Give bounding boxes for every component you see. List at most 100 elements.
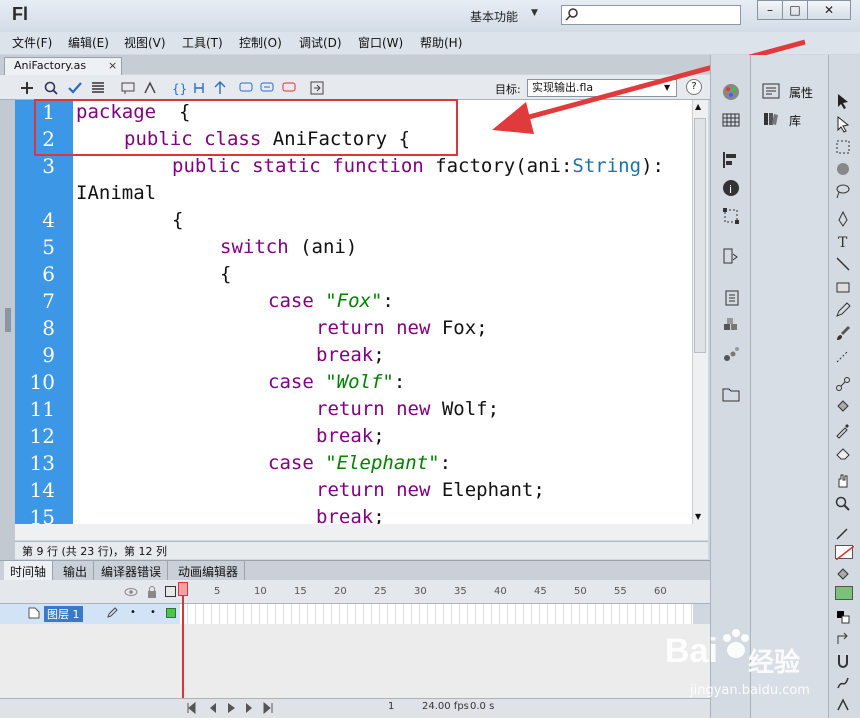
code-line[interactable]: IAnimal <box>76 180 156 207</box>
collapse-braces-icon[interactable]: {} <box>170 80 186 96</box>
lock-icon[interactable] <box>146 585 158 599</box>
smooth-icon[interactable] <box>834 674 852 692</box>
3d-rotation-icon[interactable] <box>834 160 852 178</box>
close-button[interactable]: ✕ <box>807 0 851 20</box>
lock-dot[interactable]: • <box>150 607 156 618</box>
stroke-color-icon[interactable] <box>834 524 852 542</box>
menu-edit[interactable]: 编辑(E) <box>68 34 109 51</box>
snap-to-objects-icon[interactable] <box>834 652 852 670</box>
code-line[interactable]: case "Wolf": <box>268 369 405 396</box>
eyedropper-icon[interactable] <box>834 421 852 439</box>
library-icon[interactable] <box>762 111 780 127</box>
menu-tools[interactable]: 工具(T) <box>182 34 223 51</box>
tab-motion-editor[interactable]: 动画编辑器 <box>172 561 246 580</box>
history-icon[interactable] <box>721 288 741 308</box>
playback-controls-icon[interactable] <box>186 702 276 714</box>
chevron-down-icon[interactable]: ▼ <box>531 8 538 18</box>
deco-tool-icon[interactable] <box>834 347 852 365</box>
collapse-selection-icon[interactable] <box>191 80 207 96</box>
menu-window[interactable]: 窗口(W) <box>358 34 403 51</box>
frame-cells[interactable] <box>180 604 693 624</box>
code-line[interactable]: return new Wolf; <box>316 396 499 423</box>
transform-icon[interactable] <box>721 206 741 226</box>
add-statement-icon[interactable] <box>19 80 35 96</box>
code-line[interactable]: return new Fox; <box>316 315 488 342</box>
properties-label[interactable]: 属性 <box>789 84 813 101</box>
code-line[interactable]: break; <box>316 342 385 369</box>
motion-presets-icon[interactable] <box>721 344 741 364</box>
expand-all-icon[interactable] <box>212 80 228 96</box>
menu-file[interactable]: 文件(F) <box>12 34 52 51</box>
search-input[interactable] <box>561 5 741 25</box>
visibility-dot[interactable]: • <box>130 607 136 618</box>
workspace-switcher[interactable]: 基本功能 <box>470 8 518 25</box>
selection-tool-icon[interactable] <box>834 92 852 110</box>
menu-view[interactable]: 视图(V) <box>124 34 166 51</box>
lasso-icon[interactable] <box>834 182 852 200</box>
scroll-down-icon[interactable]: ▼ <box>695 512 701 521</box>
line-tool-icon[interactable] <box>834 255 852 273</box>
auto-format-icon[interactable] <box>90 80 106 96</box>
collapse-handle[interactable] <box>5 308 11 332</box>
tab-compiler-errors[interactable]: 编译器错误 <box>95 561 169 580</box>
maximize-button[interactable]: □ <box>782 0 808 20</box>
code-line[interactable]: public static function factory(ani:Strin… <box>172 153 664 180</box>
tab-timeline[interactable]: 时间轴 <box>4 561 54 580</box>
code-line[interactable]: return new Elephant; <box>316 477 545 504</box>
color-palette-icon[interactable] <box>721 82 741 102</box>
close-icon[interactable]: × <box>108 59 117 72</box>
eraser-icon[interactable] <box>834 444 852 462</box>
tab-output[interactable]: 输出 <box>57 561 95 580</box>
pencil-tool-icon[interactable] <box>834 301 852 319</box>
outline-icon[interactable] <box>165 586 176 597</box>
layer-name[interactable]: 图层 1 <box>44 606 83 622</box>
free-transform-icon[interactable] <box>834 138 852 156</box>
align-icon[interactable] <box>721 150 741 170</box>
check-syntax-icon[interactable] <box>67 80 83 96</box>
code-line[interactable]: { <box>220 261 231 288</box>
playhead[interactable] <box>182 584 184 698</box>
bone-tool-icon[interactable] <box>834 375 852 393</box>
project-icon[interactable] <box>721 384 741 404</box>
fill-color-swatch[interactable] <box>835 586 853 600</box>
show-toolbox-icon[interactable] <box>309 80 325 96</box>
fill-color-icon[interactable] <box>834 566 852 584</box>
straighten-icon[interactable] <box>834 696 852 714</box>
info-icon[interactable]: i <box>721 178 741 198</box>
pen-tool-icon[interactable] <box>834 210 852 228</box>
hand-tool-icon[interactable] <box>834 472 852 490</box>
swatches-icon[interactable] <box>721 110 741 130</box>
code-line[interactable]: case "Fox": <box>268 288 394 315</box>
minimize-button[interactable]: – <box>757 0 783 20</box>
playhead-handle[interactable] <box>178 582 188 596</box>
components-icon[interactable] <box>721 316 741 336</box>
brush-tool-icon[interactable] <box>834 324 852 342</box>
debug-options-icon[interactable] <box>142 80 158 96</box>
code-line[interactable]: switch (ani) <box>220 234 357 261</box>
code-line[interactable]: case "Elephant": <box>268 450 451 477</box>
library-label[interactable]: 库 <box>789 112 801 129</box>
code-line[interactable]: break; <box>316 423 385 450</box>
apply-line-comment-icon[interactable] <box>259 80 275 96</box>
apply-comment-icon[interactable] <box>238 80 254 96</box>
paint-bucket-icon[interactable] <box>834 398 852 416</box>
properties-icon[interactable] <box>762 83 780 99</box>
layer-color-swatch[interactable] <box>166 608 176 618</box>
code-snippets-icon[interactable] <box>721 246 741 266</box>
code-line[interactable]: { <box>172 207 183 234</box>
code-hint-icon[interactable] <box>120 80 136 96</box>
menu-help[interactable]: 帮助(H) <box>420 34 462 51</box>
text-tool-icon[interactable]: T <box>834 232 852 250</box>
frame-rate[interactable]: 24.00 fps <box>422 701 469 712</box>
menu-debug[interactable]: 调试(D) <box>299 34 342 51</box>
zoom-tool-icon[interactable] <box>834 495 852 513</box>
rectangle-tool-icon[interactable] <box>834 278 852 296</box>
swap-colors-icon[interactable] <box>834 630 852 648</box>
eye-icon[interactable] <box>124 585 138 599</box>
stroke-color-swatch[interactable] <box>835 545 855 561</box>
subselection-tool-icon[interactable] <box>834 115 852 133</box>
menu-control[interactable]: 控制(O) <box>239 34 282 51</box>
remove-comment-icon[interactable] <box>281 80 297 96</box>
black-white-icon[interactable] <box>834 608 852 626</box>
scrollbar-thumb[interactable] <box>694 118 706 353</box>
